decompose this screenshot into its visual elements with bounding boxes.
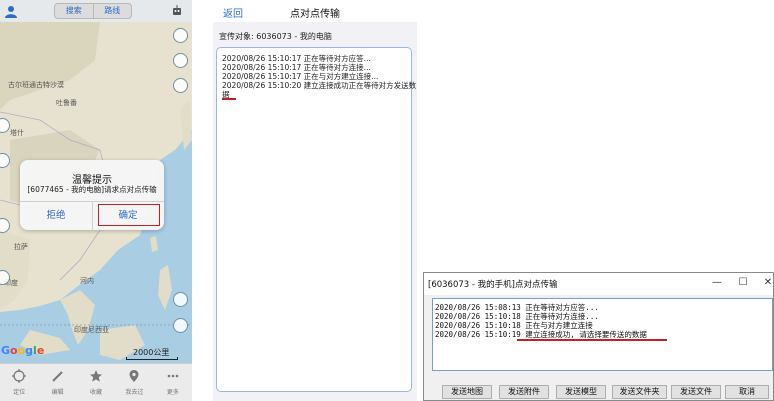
route-segment-button[interactable]: 路线	[92, 4, 132, 18]
transfer-log-textarea[interactable]: 2020/08/26 15:10:17 正在等待对方应答... 2020/08/…	[216, 47, 416, 392]
map-label: 拉萨	[14, 243, 28, 251]
send-map-button[interactable]: 发送地图	[442, 385, 492, 399]
search-route-segment: 搜索 路线	[54, 3, 132, 19]
mobile-map-screen: 古尔班通古特沙漠 吐鲁番 塔什 拉萨 印度 河内 印度尼西亚 搜索 路线 温馨提…	[0, 0, 192, 401]
pin-icon	[129, 370, 139, 382]
reject-button[interactable]: 拒绝	[20, 201, 92, 230]
minimize-icon[interactable]: —	[710, 276, 724, 290]
tab-label: 更多	[166, 389, 179, 396]
tab-label: 我去过	[125, 389, 144, 396]
star-icon	[90, 370, 103, 382]
tab-favorites[interactable]: 收藏	[77, 364, 115, 401]
send-attachment-button[interactable]: 发送附件	[499, 385, 549, 399]
window-title: [6036073 - 我的手机]点对点传输	[428, 280, 558, 290]
back-button[interactable]: 返回	[223, 5, 243, 20]
map-label: 河内	[80, 277, 94, 285]
tab-label: 定位	[13, 389, 26, 396]
more-icon	[167, 374, 179, 378]
send-folder-button[interactable]: 发送文件夹	[612, 385, 667, 399]
tab-edit[interactable]: 编辑	[38, 364, 76, 401]
map-label: 塔什	[10, 129, 24, 137]
map-label: 印度尼西亚	[74, 326, 109, 334]
send-model-button[interactable]: 发送模型	[556, 385, 606, 399]
window-button-row: 发送地图 发送附件 发送模型 发送文件夹 发送文件 取消	[432, 385, 773, 399]
page-title: 点对点传输	[290, 9, 340, 20]
maximize-icon[interactable]: ☐	[736, 276, 750, 290]
dialog-message: [6077465 - 我的电脑]请求点对点传输	[27, 185, 157, 194]
highlight-underline	[517, 339, 667, 341]
mobile-p2p-screen: 返回 点对点传输 宣传对象: 6036073 - 我的电脑 2020/08/26…	[213, 0, 417, 401]
map-top-bar: 搜索 路线	[0, 0, 192, 22]
cancel-button[interactable]: 取消	[725, 385, 769, 399]
log-line: 2020/08/26 15:10:20 建立连接成功正在等待对方发送数	[222, 81, 417, 90]
search-segment-button[interactable]: 搜索	[55, 4, 93, 18]
building-icon[interactable]	[173, 78, 188, 93]
window-title-bar[interactable]: [6036073 - 我的手机]点对点传输 — ☐ ✕	[424, 273, 773, 295]
grid-icon[interactable]	[173, 53, 188, 68]
desktop-p2p-window: [6036073 - 我的手机]点对点传输 — ☐ ✕ 2020/08/26 1…	[423, 272, 774, 401]
highlight-underline	[222, 98, 236, 100]
send-file-button[interactable]: 发送文件	[671, 385, 721, 399]
map-label: 古尔班通古特沙漠	[8, 81, 64, 89]
bottom-tab-bar: 定位 编辑 收藏 我去过 更多	[0, 363, 192, 401]
transfer-target-label: 宣传对象: 6036073 - 我的电脑	[219, 32, 332, 41]
user-icon[interactable]	[4, 4, 18, 18]
map-label: 吐鲁番	[56, 99, 77, 107]
location-icon	[12, 369, 27, 383]
tab-visited[interactable]: 我去过	[115, 364, 153, 401]
transfer-log-textarea[interactable]: 2020/08/26 15:08:13 正在等待对方应答... 2020/08/…	[432, 298, 773, 371]
tab-more[interactable]: 更多	[154, 364, 192, 401]
navigation-bar: 返回 点对点传输	[213, 0, 417, 22]
zoom-out-icon[interactable]	[173, 318, 188, 333]
google-logo: Google	[1, 344, 45, 357]
tab-label: 收藏	[90, 389, 103, 396]
tab-label: 编辑	[51, 389, 64, 396]
pencil-icon	[51, 371, 63, 382]
close-icon[interactable]: ✕	[761, 276, 774, 290]
robot-icon[interactable]	[170, 4, 184, 18]
map-scale-bar	[126, 357, 178, 360]
layers-icon[interactable]	[173, 28, 188, 43]
confirm-highlight-box	[98, 204, 160, 226]
tab-locate[interactable]: 定位	[0, 364, 38, 401]
zoom-in-icon[interactable]	[173, 292, 188, 307]
